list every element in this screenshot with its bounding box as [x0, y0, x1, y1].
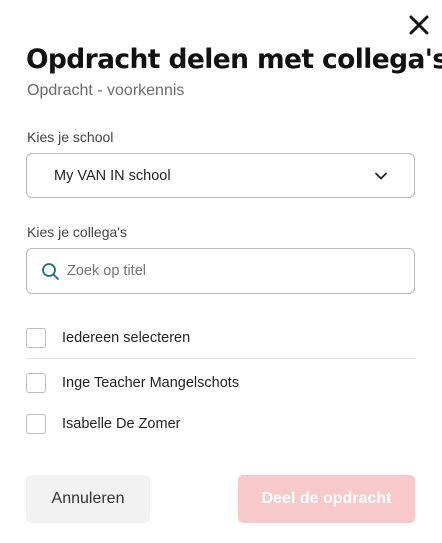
colleague-checkbox[interactable] [26, 414, 46, 434]
colleagues-label: Kies je collega's [27, 224, 127, 240]
chevron-down-icon [375, 172, 387, 180]
colleague-item[interactable]: Isabelle De Zomer [26, 413, 416, 435]
select-all-label: Iedereen selecteren [62, 330, 191, 346]
colleague-search-field [26, 248, 415, 294]
dialog-title: Opdracht delen met collega's [26, 44, 442, 75]
close-button[interactable] [404, 10, 434, 40]
colleague-name: Inge Teacher Mangelschots [62, 375, 240, 391]
close-icon [409, 15, 429, 35]
cancel-button[interactable]: Annuleren [26, 475, 150, 523]
school-select[interactable]: My VAN IN school [26, 153, 415, 198]
search-icon [42, 263, 59, 280]
dialog-subtitle: Opdracht - voorkennis [27, 82, 185, 99]
school-label: Kies je school [27, 129, 114, 145]
colleague-checkbox[interactable] [26, 373, 46, 393]
colleague-item[interactable]: Inge Teacher Mangelschots [26, 372, 416, 394]
select-all-checkbox[interactable] [26, 328, 46, 348]
select-all-checkbox-row[interactable]: Iedereen selecteren [26, 327, 416, 349]
divider [26, 358, 416, 359]
colleague-name: Isabelle De Zomer [62, 416, 181, 432]
share-assignment-button[interactable]: Deel de opdracht [238, 475, 415, 523]
colleague-search-input[interactable] [67, 249, 407, 293]
school-select-value: My VAN IN school [54, 167, 171, 184]
